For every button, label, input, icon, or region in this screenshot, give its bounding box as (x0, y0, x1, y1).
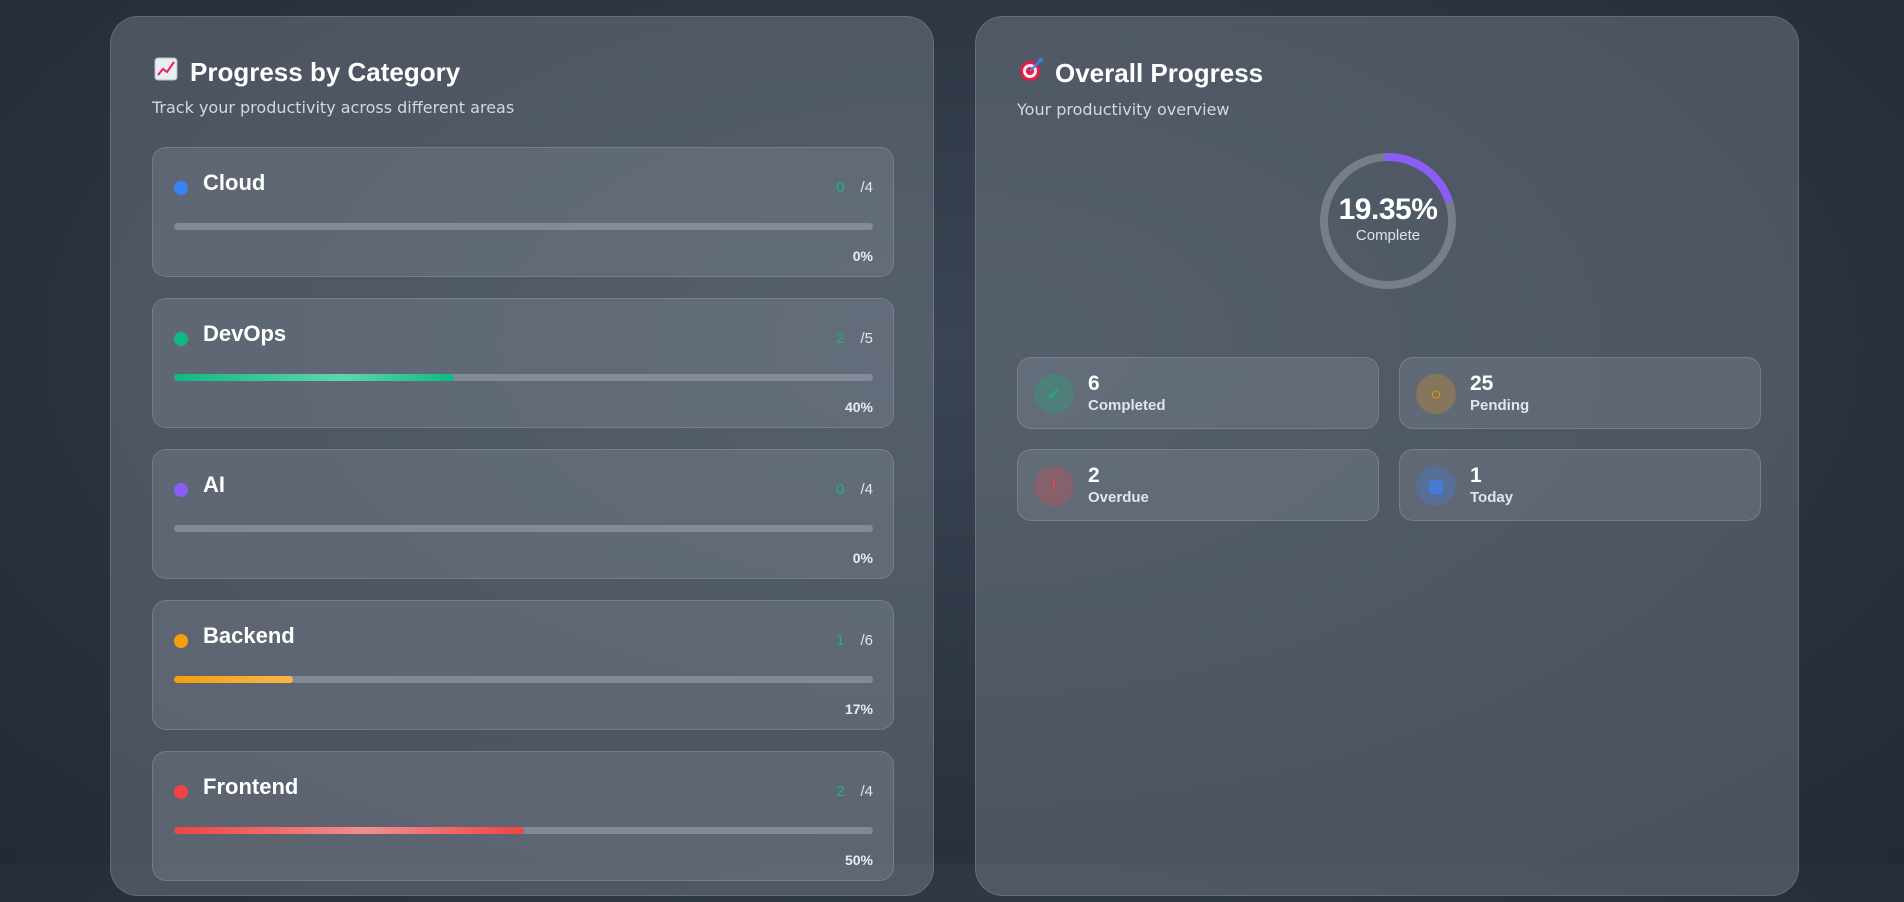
category-percent: 0% (852, 248, 873, 264)
stat-card-overdue[interactable]: ! 2 Overdue (1017, 449, 1379, 521)
category-total-count: /4 (860, 783, 873, 800)
category-percent: 50% (844, 852, 873, 868)
stat-label: Today (1470, 489, 1514, 506)
category-card-devops[interactable]: DevOps 2 /5 40% (152, 298, 894, 428)
category-card-ai[interactable]: AI 0 /4 0% (152, 449, 894, 579)
category-progress-track (174, 676, 873, 683)
stat-value: 6 (1088, 372, 1100, 395)
category-total-count: /6 (860, 632, 873, 649)
overall-progress-ring: 19.35% Complete (1318, 151, 1458, 291)
category-progress-fill (174, 827, 524, 834)
category-done-count: 0 (836, 481, 845, 498)
direct-hit-target-icon (1017, 57, 1045, 90)
category-done-count: 0 (836, 179, 845, 196)
panel-title: Progress by Category (190, 57, 461, 87)
category-name: AI (203, 472, 225, 497)
category-total-count: /4 (860, 481, 873, 498)
category-progress-fill (174, 374, 454, 381)
category-count: 0 /4 (836, 179, 873, 196)
category-count: 0 /4 (836, 481, 873, 498)
stat-value: 2 (1088, 464, 1100, 487)
category-name: Frontend (203, 774, 299, 799)
category-name: DevOps (203, 321, 287, 346)
category-count: 2 /4 (836, 783, 873, 800)
check-icon: ✓ (1034, 374, 1074, 414)
category-progress-track (174, 374, 873, 381)
stat-label: Overdue (1088, 489, 1149, 506)
stat-card-completed[interactable]: ✓ 6 Completed (1017, 357, 1379, 429)
category-done-count: 2 (836, 330, 845, 347)
category-total-count: /5 (860, 330, 873, 347)
category-card-frontend[interactable]: Frontend 2 /4 50% (152, 751, 894, 881)
stat-value: 1 (1470, 464, 1482, 487)
exclamation-icon: ! (1034, 466, 1074, 506)
category-percent: 40% (844, 399, 873, 415)
category-color-dot (174, 634, 188, 648)
category-total-count: /4 (860, 179, 873, 196)
category-progress-track (174, 525, 873, 532)
category-name: Backend (203, 623, 295, 648)
category-color-dot (174, 483, 188, 497)
category-progress-fill (174, 676, 293, 683)
stat-label: Completed (1088, 397, 1166, 414)
category-name: Cloud (203, 170, 266, 195)
category-count: 2 /5 (836, 330, 873, 347)
category-color-dot (174, 181, 188, 195)
category-progress-track (174, 223, 873, 230)
stat-label: Pending (1470, 397, 1530, 414)
category-percent: 0% (852, 550, 873, 566)
category-list: Cloud 0 /4 0% DevOps 2 /5 40% AI 0 /4 0%… (152, 147, 894, 902)
category-card-backend[interactable]: Backend 1 /6 17% (152, 600, 894, 730)
category-done-count: 2 (836, 783, 845, 800)
panel-title: Overall Progress (1055, 58, 1264, 88)
stat-card-today[interactable]: ▦ 1 Today (1399, 449, 1761, 521)
category-card-cloud[interactable]: Cloud 0 /4 0% (152, 147, 894, 277)
category-progress-track (174, 827, 873, 834)
overall-percent-label: Complete (1355, 226, 1421, 244)
circle-icon: ○ (1416, 374, 1456, 414)
calendar-icon: ▦ (1416, 466, 1456, 506)
category-progress-panel: Progress by Category Track your producti… (110, 16, 934, 896)
panel-subtitle: Track your productivity across different… (152, 98, 515, 117)
category-done-count: 1 (836, 632, 845, 649)
stats-grid: ✓ 6 Completed ○ 25 Pending ! 2 Overdue ▦… (1017, 357, 1761, 521)
stat-value: 25 (1470, 372, 1494, 395)
category-color-dot (174, 332, 188, 346)
category-color-dot (174, 785, 188, 799)
panel-subtitle: Your productivity overview (1017, 100, 1230, 119)
overall-progress-panel: Overall Progress Your productivity overv… (975, 16, 1799, 896)
chart-increasing-icon (152, 57, 180, 88)
category-count: 1 /6 (836, 632, 873, 649)
overall-percent: 19.35% (1338, 192, 1438, 226)
category-percent: 17% (844, 701, 873, 717)
stat-card-pending[interactable]: ○ 25 Pending (1399, 357, 1761, 429)
